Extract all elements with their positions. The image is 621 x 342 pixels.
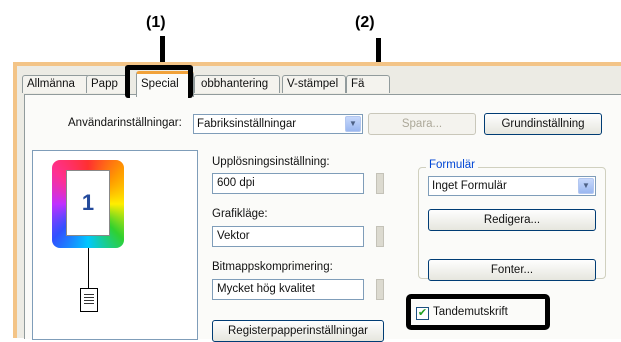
bitmap-compression-label: Bitmappskomprimering:: [212, 261, 333, 273]
form-group-title: Formulär: [426, 159, 479, 171]
callout-2: (2): [355, 14, 375, 31]
tab-general[interactable]: Allmänna: [22, 75, 90, 93]
tab-job-handling[interactable]: obbhantering: [194, 75, 280, 93]
register-paper-settings-button[interactable]: Registerpapperinställningar: [212, 320, 384, 342]
chevron-down-icon[interactable]: ▼: [345, 116, 361, 132]
preview-page: 1: [66, 170, 110, 236]
callout-1: (1): [146, 14, 166, 31]
bitmap-compression-field[interactable]: Mycket hög kvalitet: [212, 279, 364, 300]
tab-color[interactable]: Fä: [346, 75, 390, 93]
graphics-mode-label: Grafikläge:: [212, 208, 268, 220]
tandem-label[interactable]: Tandemutskrift: [433, 306, 508, 318]
form-select[interactable]: Inget Formulär ▼: [428, 176, 596, 196]
tab-special-highlight: [125, 65, 193, 98]
graphics-mode-field[interactable]: Vektor: [212, 226, 364, 247]
preview-page-number: 1: [81, 190, 95, 215]
user-settings-value: Fabriksinställningar: [197, 118, 297, 130]
resolution-label: Upplösningsinställning:: [212, 156, 330, 168]
document-icon: [80, 288, 98, 312]
tab-paper[interactable]: Papp: [86, 75, 130, 93]
fonts-button[interactable]: Fonter...: [428, 259, 596, 281]
tab-watermark[interactable]: V-stämpel: [282, 75, 346, 93]
user-settings-label: Användarinställningar:: [68, 117, 182, 129]
edit-form-button[interactable]: Redigera...: [428, 209, 596, 231]
bitmap-compression-dropdown[interactable]: [376, 279, 384, 300]
preview-connector: [88, 248, 89, 288]
resolution-dropdown[interactable]: [376, 173, 384, 194]
graphics-mode-dropdown[interactable]: [376, 226, 384, 247]
form-value: Inget Formulär: [432, 180, 507, 192]
user-settings-select[interactable]: Fabriksinställningar ▼: [193, 114, 363, 134]
resolution-field[interactable]: 600 dpi: [212, 173, 364, 194]
tandem-checkbox[interactable]: ✔: [416, 307, 429, 320]
save-button[interactable]: Spara...: [368, 113, 476, 135]
chevron-down-icon[interactable]: ▼: [578, 178, 594, 194]
default-settings-button[interactable]: Grundinställning: [484, 113, 602, 135]
